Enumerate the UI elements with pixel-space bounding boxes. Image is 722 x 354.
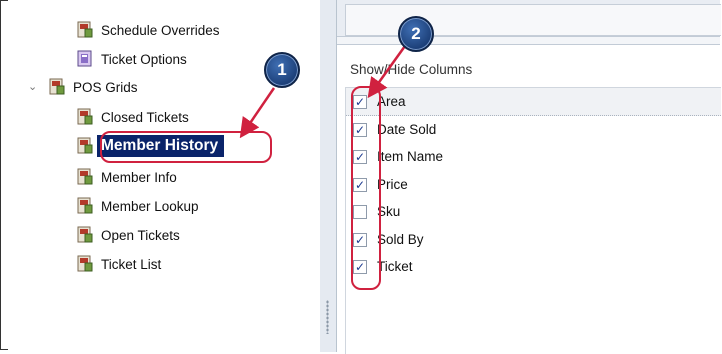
top-toolbar-strip: [337, 0, 721, 37]
column-row-date-sold[interactable]: ✓ Date Sold: [346, 116, 721, 143]
tree-item-label: Closed Tickets: [101, 109, 189, 125]
column-row-area[interactable]: ✓ Area: [346, 88, 721, 116]
tree-item-schedule-overrides[interactable]: Schedule Overrides: [76, 19, 220, 41]
tree-item-ticket-list[interactable]: Ticket List: [76, 253, 161, 275]
tree-item-label: Member Info: [101, 169, 177, 185]
report-icon: [48, 78, 66, 96]
tree-item-label: Ticket List: [101, 256, 162, 272]
tree-item-closed-tickets[interactable]: Closed Tickets: [76, 106, 189, 128]
group-title: Show/Hide Columns: [350, 62, 473, 77]
column-label: Sold By: [377, 232, 424, 247]
tree-item-member-info[interactable]: Member Info: [76, 166, 177, 188]
report-icon: [76, 168, 94, 186]
show-hide-columns-group: Show/Hide Columns ✓ Area ✓ Date Sold ✓ I…: [337, 44, 721, 354]
report-icon: [76, 226, 94, 244]
tree-item-label: Ticket Options: [101, 51, 187, 67]
report-icon: [76, 21, 94, 39]
tree-item-label: Open Tickets: [101, 227, 180, 243]
step-1-badge: 1: [264, 52, 300, 88]
tree-item-ticket-options[interactable]: Ticket Options: [76, 48, 187, 70]
report-icon: [76, 255, 94, 273]
column-row-item-name[interactable]: ✓ Item Name: [346, 143, 721, 170]
report-icon: [76, 197, 94, 215]
column-row-sold-by[interactable]: ✓ Sold By: [346, 226, 721, 253]
column-row-ticket[interactable]: ✓ Ticket: [346, 253, 721, 280]
report-icon: [76, 108, 94, 126]
column-label: Item Name: [377, 149, 444, 164]
report-icon: [76, 137, 94, 155]
highlight-member-history: [100, 131, 272, 163]
highlight-checkboxes: [351, 86, 381, 290]
tree-item-label: POS Grids: [73, 79, 138, 95]
column-label: Price: [377, 177, 408, 192]
column-label: Area: [377, 94, 406, 109]
step-2-badge: 2: [398, 16, 434, 52]
tree-item-label: Schedule Overrides: [101, 22, 220, 38]
tree-item-open-tickets[interactable]: Open Tickets: [76, 224, 180, 246]
tree-item-pos-grids[interactable]: POS Grids: [48, 76, 138, 98]
tree-item-label: Member Lookup: [101, 198, 199, 214]
chevron-down-icon[interactable]: ⌄: [28, 81, 40, 93]
tree-item-member-lookup[interactable]: Member Lookup: [76, 195, 199, 217]
column-label: Date Sold: [377, 122, 437, 137]
column-row-price[interactable]: ✓ Price: [346, 171, 721, 198]
options-icon: [76, 50, 94, 68]
column-row-sku[interactable]: Sku: [346, 198, 721, 225]
column-label: Ticket: [377, 259, 413, 274]
columns-settings-panel: Show/Hide Columns ✓ Area ✓ Date Sold ✓ I…: [337, 0, 721, 354]
columns-list: ✓ Area ✓ Date Sold ✓ Item Name ✓ Price S…: [345, 87, 721, 354]
grip-icon[interactable]: [326, 300, 329, 334]
panel-splitter[interactable]: [320, 0, 337, 352]
